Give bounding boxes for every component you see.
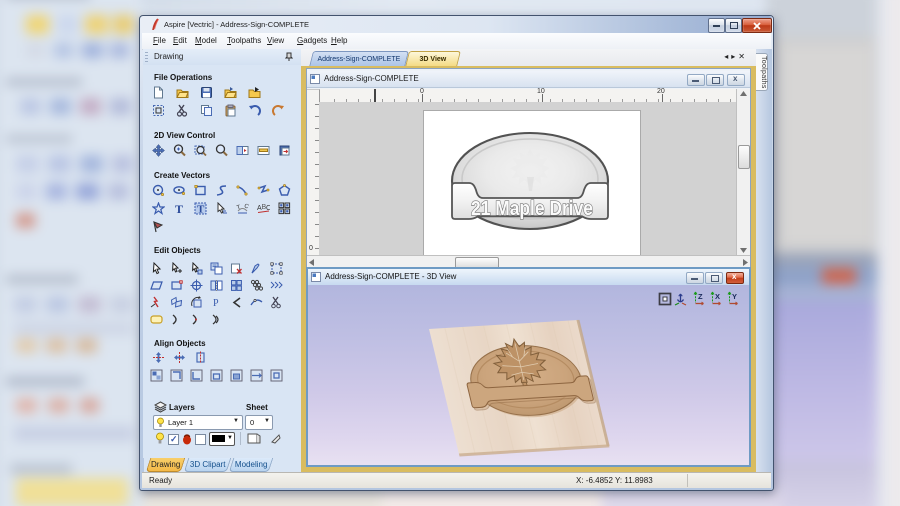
svg-text:P: P <box>213 298 219 309</box>
svg-text:T: T <box>197 204 205 216</box>
svg-text:T: T <box>175 202 183 215</box>
svg-text:C: C <box>243 203 249 210</box>
svg-text:T: T <box>236 204 242 211</box>
svg-text:21 Maple Drive: 21 Maple Drive <box>471 198 593 220</box>
